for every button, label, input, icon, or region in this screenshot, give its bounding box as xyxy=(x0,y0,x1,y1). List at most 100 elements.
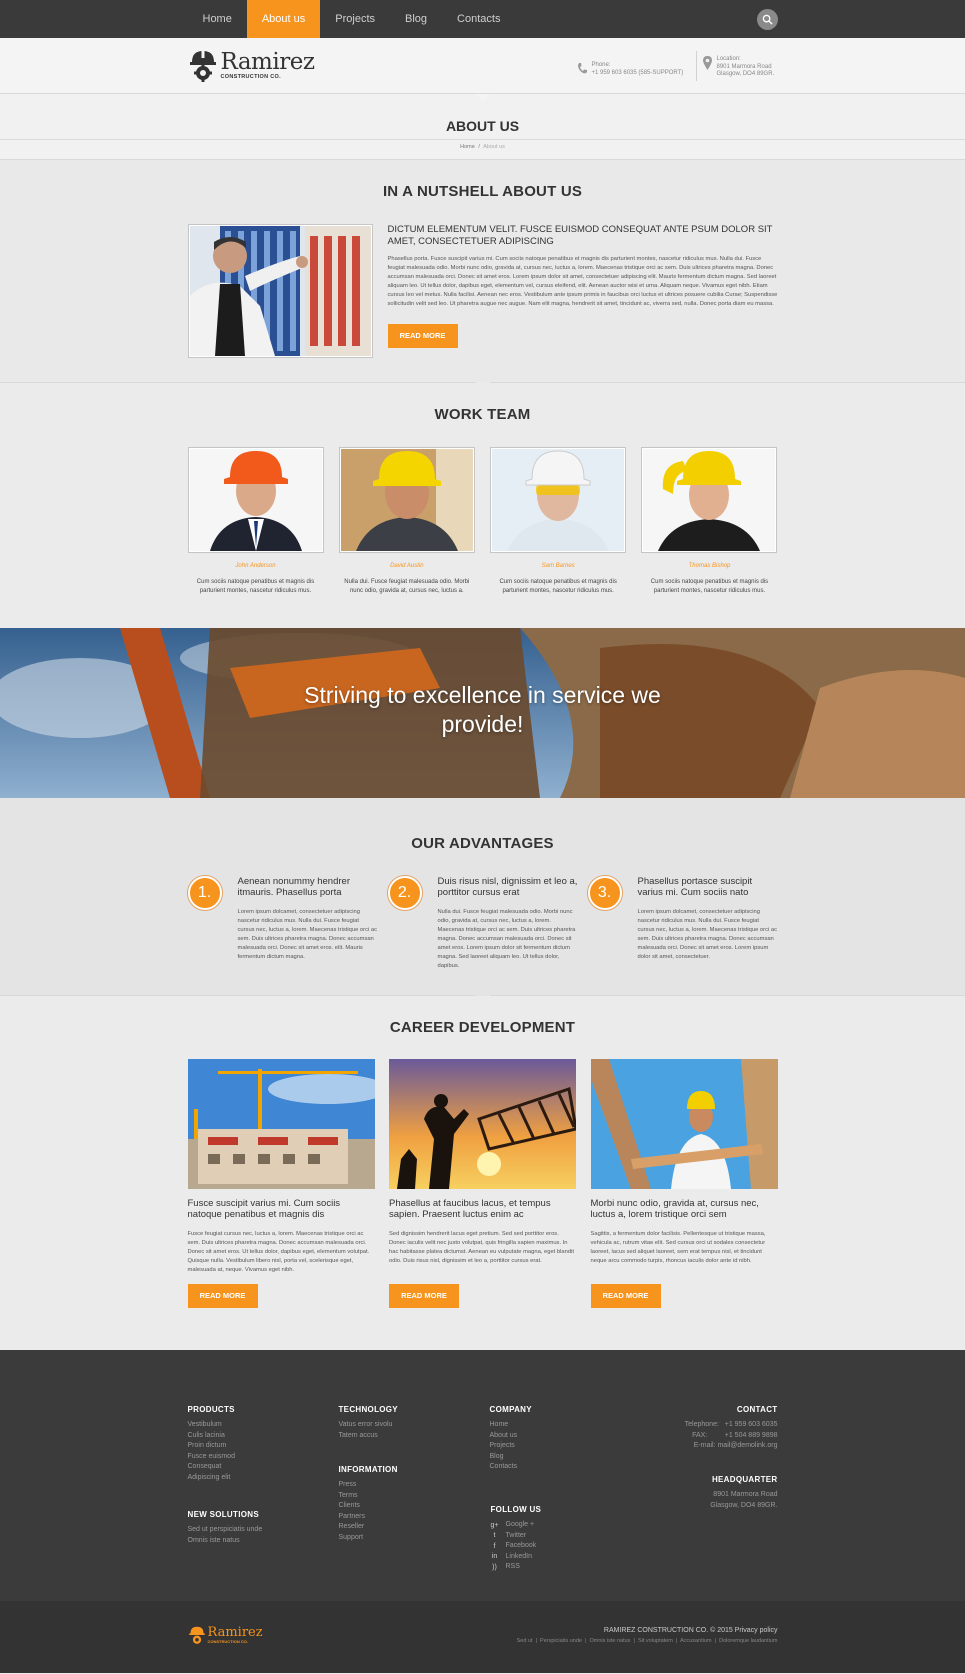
team-member-photo[interactable] xyxy=(338,447,475,553)
banner-line-2: provide! xyxy=(441,711,524,737)
footer-link[interactable]: Projects xyxy=(490,1441,532,1452)
breadcrumb-home[interactable]: Home xyxy=(460,144,475,150)
nav-blog[interactable]: Blog xyxy=(390,0,442,38)
header-divider xyxy=(695,51,697,81)
footer-link[interactable]: Contacts xyxy=(490,1462,532,1473)
career-item: Fusce suscipit varius mi. Cum sociis nat… xyxy=(187,1059,375,1308)
team-member-photo[interactable] xyxy=(187,447,324,553)
career-item: Phasellus at faucibus lacus, et tempus s… xyxy=(389,1059,576,1308)
footer-link[interactable]: About us xyxy=(490,1431,532,1442)
career-image[interactable] xyxy=(187,1059,375,1189)
search-button[interactable] xyxy=(756,9,778,30)
footer-link[interactable]: Terms xyxy=(339,1491,398,1502)
footer-link[interactable]: Sed ut perspiciatis unde xyxy=(188,1525,263,1536)
advantage-title: Duis risus nisl, dignissim et leo a, por… xyxy=(437,876,578,898)
career-read-more-button[interactable]: READ MORE xyxy=(187,1284,258,1308)
team-member-photo[interactable] xyxy=(641,447,778,553)
footer-heading: CONTACT xyxy=(736,1405,778,1414)
team-member: Sam Barnes Cum sociis natoque penatibus … xyxy=(490,447,627,596)
footer-link[interactable]: Tatem accus xyxy=(339,1431,398,1442)
nutshell-heading: IN A NUTSHELL ABOUT US xyxy=(382,183,583,200)
footer-link[interactable]: Vestibulum xyxy=(188,1420,235,1431)
team-member: David Austin Nulla dui. Fusce feugiat ma… xyxy=(338,447,475,596)
phone-icon xyxy=(577,63,587,74)
team-member-name[interactable]: Thomas Bishop xyxy=(641,563,777,569)
phone-value: +1 959 603 6035 (585-SUPPORT) xyxy=(591,69,684,76)
header-location: Location: 8901 Marmora Road Glasgow, DO4… xyxy=(702,56,774,79)
advantages-heading: OUR ADVANTAGES xyxy=(411,835,554,852)
footer-link[interactable]: Vatus error sivolu xyxy=(339,1420,398,1431)
advantage-body: Lorem ipsum dolcamet, consectetuer adipi… xyxy=(637,909,778,960)
footer-link[interactable]: Adipiscing elit xyxy=(188,1473,235,1484)
advantage-number: 1. xyxy=(187,876,222,910)
team-member-name[interactable]: David Austin xyxy=(339,563,475,569)
social-rss[interactable]: )) RSS xyxy=(491,1562,542,1573)
bottom-links[interactable]: Sed ut | Perspiciatis unde | Omnis iste … xyxy=(517,1638,778,1644)
section-arrow xyxy=(474,94,491,101)
location-pin-icon xyxy=(702,56,712,70)
advantage-body: Nulla dui. Fusce feugiat malesuada odio.… xyxy=(437,909,576,969)
nav-contacts[interactable]: Contacts xyxy=(442,0,515,38)
career-read-more-button[interactable]: READ MORE xyxy=(389,1284,459,1308)
nutshell-image xyxy=(187,224,373,358)
footer-link[interactable]: Proin dictum xyxy=(188,1441,235,1452)
contact-fax: FAX: +1 504 889 9898 xyxy=(692,1431,778,1439)
career-title[interactable]: Morbi nunc odio, gravida at, cursus nec,… xyxy=(591,1198,778,1220)
advantage-number: 2. xyxy=(387,876,422,910)
advantage-item: 2. Duis risus nisl, dignissim et leo a, … xyxy=(387,876,578,971)
footer-logo[interactable]: Ramirez CONSTRUCTION CO. xyxy=(188,1625,263,1645)
career-image[interactable] xyxy=(590,1059,778,1189)
footer-link[interactable]: Blog xyxy=(490,1452,532,1463)
site-footer: PRODUCTS Vestibulum Culis lacinia Proin … xyxy=(0,1350,965,1601)
contact-email[interactable]: E-mail: mail@demolink.org xyxy=(685,1441,778,1452)
gear-helmet-icon xyxy=(189,50,216,82)
logo[interactable]: Ramirez CONSTRUCTION CO. xyxy=(188,48,315,82)
footer-link[interactable]: Partners xyxy=(339,1512,398,1523)
advantage-item: 1. Aenean nonummy hendrer itmauris. Phas… xyxy=(187,876,378,971)
social-facebook[interactable]: f Facebook xyxy=(491,1541,542,1552)
phone-label: Phone: xyxy=(591,62,611,68)
footer-heading: INFORMATION xyxy=(338,1465,398,1474)
social-google-plus[interactable]: g+ Google + xyxy=(491,1520,542,1531)
social-linkedin[interactable]: in LinkedIn xyxy=(491,1552,542,1563)
footer-new-solutions: NEW SOLUTIONS Sed ut perspiciatis unde O… xyxy=(188,1510,263,1546)
footer-heading: NEW SOLUTIONS xyxy=(187,1510,259,1519)
social-label: Twitter xyxy=(505,1531,527,1539)
footer-link[interactable]: Press xyxy=(339,1480,398,1491)
work-team-section: WORK TEAM John Anderson Cum sociis natoq… xyxy=(0,383,965,628)
nutshell-section: IN A NUTSHELL ABOUT US DICTUM ELEMENTUM … xyxy=(0,160,965,389)
career-image[interactable] xyxy=(389,1059,576,1189)
footer-link[interactable]: Home xyxy=(490,1420,532,1431)
nav-projects[interactable]: Projects xyxy=(320,0,390,38)
team-member-name[interactable]: Sam Barnes xyxy=(490,563,626,569)
team-member-description: Nulla dui. Fusce feugiat malesuada odio.… xyxy=(344,579,470,594)
linkedin-icon: in xyxy=(491,1553,498,1561)
location-line1: 8901 Marmora Road xyxy=(716,63,772,70)
nav-home[interactable]: Home xyxy=(188,0,247,38)
footer-link[interactable]: Fusce euismod xyxy=(188,1452,235,1463)
career-title[interactable]: Phasellus at faucibus lacus, et tempus s… xyxy=(389,1198,576,1220)
nutshell-content: DICTUM ELEMENTUM VELIT. FUSCE EUISMOD CO… xyxy=(387,224,778,348)
team-member-name[interactable]: John Anderson xyxy=(188,563,324,569)
copyright-text[interactable]: RAMIREZ CONSTRUCTION CO. © 2015 Privacy … xyxy=(517,1627,778,1634)
team-member-photo[interactable] xyxy=(490,447,627,553)
footer-link[interactable]: Culis lacinia xyxy=(188,1431,235,1442)
promo-banner: Striving to excellence in service we pro… xyxy=(0,628,965,798)
footer-link[interactable]: Clients xyxy=(339,1501,398,1512)
advantage-title: Aenean nonummy hendrer itmauris. Phasell… xyxy=(237,876,351,898)
logo-name: Ramirez xyxy=(220,48,315,75)
footer-link[interactable]: Consequat xyxy=(188,1462,235,1473)
career-body: Sed dignissim hendrerit lacus eget preti… xyxy=(389,1231,574,1264)
contact-telephone: Telephone: +1 959 603 6035 xyxy=(684,1421,778,1428)
footer-link[interactable]: Omnis iste natus xyxy=(188,1536,263,1547)
career-title[interactable]: Fusce suscipit varius mi. Cum sociis nat… xyxy=(188,1198,375,1220)
nutshell-read-more-button[interactable]: READ MORE xyxy=(387,324,458,348)
career-grid: Fusce suscipit varius mi. Cum sociis nat… xyxy=(187,1059,778,1308)
headquarter-line: 8901 Marmora Road xyxy=(713,1491,778,1498)
career-read-more-button[interactable]: READ MORE xyxy=(590,1284,661,1308)
footer-link[interactable]: Reseller xyxy=(339,1522,398,1533)
career-section: CAREER DEVELOPMENT Fusce suscipit varius… xyxy=(0,996,965,1350)
social-twitter[interactable]: t Twitter xyxy=(491,1531,542,1542)
footer-link[interactable]: Support xyxy=(339,1533,398,1544)
nav-about-us[interactable]: About us xyxy=(246,0,321,38)
